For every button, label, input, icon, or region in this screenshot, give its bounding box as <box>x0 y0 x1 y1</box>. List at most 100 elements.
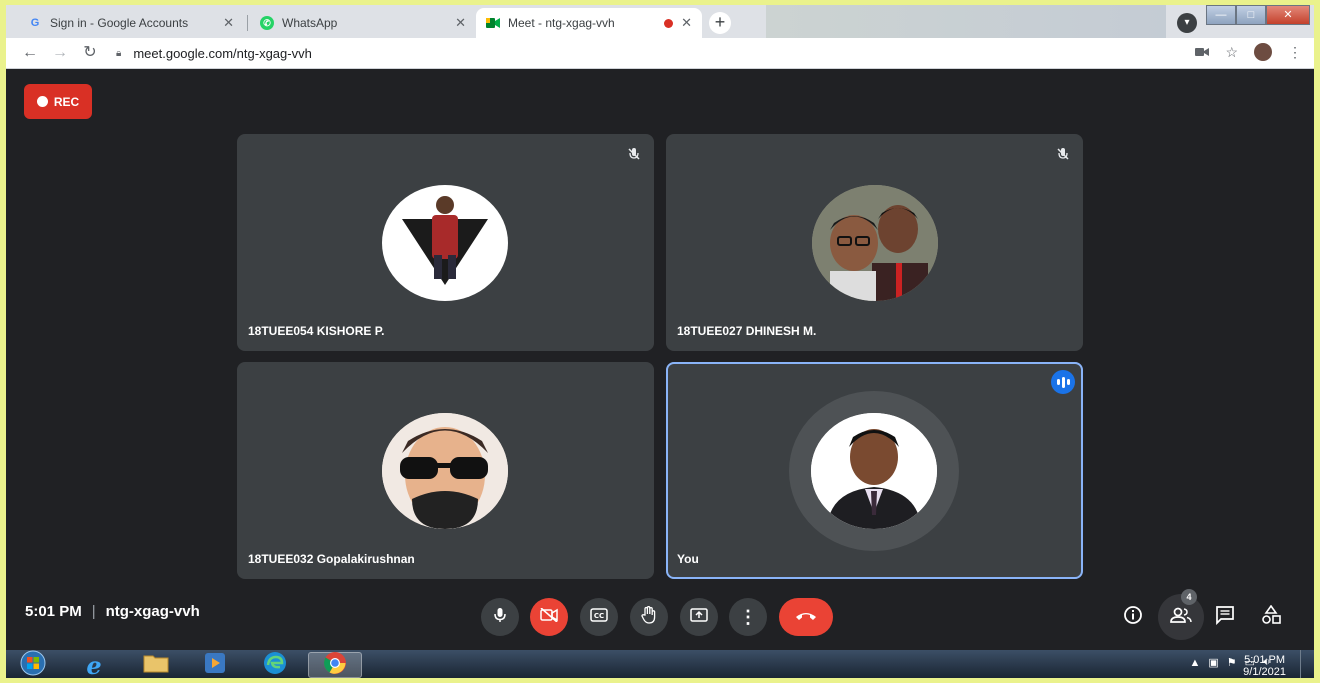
taskbar-edge[interactable] <box>254 651 296 679</box>
people-icon <box>1170 606 1192 629</box>
windows-taskbar: e ▲ ▣ ⚑ ▭ 🔉︎ 5:01 PM 9/1/2021 <box>6 650 1314 678</box>
browser-toolbar: ← → ↻ 🔒︎ meet.google.com/ntg-xgag-vvh ☆ … <box>6 38 1314 69</box>
hand-icon <box>641 605 657 629</box>
screen: G Sign in - Google Accounts ✕ ✆ WhatsApp… <box>6 5 1314 678</box>
clock-time: 5:01 PM <box>1244 654 1286 666</box>
microphone-button[interactable] <box>481 598 519 636</box>
tab-separator <box>247 15 248 31</box>
toolbar-actions: ☆ ⋮ <box>1195 43 1302 61</box>
kebab-menu-icon: ⋮ <box>739 606 757 627</box>
close-icon[interactable]: ✕ <box>455 15 466 31</box>
camera-in-use-icon[interactable] <box>1195 44 1210 60</box>
end-call-icon <box>795 608 817 626</box>
mic-off-icon <box>1053 144 1073 164</box>
reload-icon[interactable]: ↻ <box>80 43 100 63</box>
clock-date: 9/1/2021 <box>1243 666 1286 678</box>
activities-button[interactable] <box>1257 603 1285 631</box>
participant-avatar <box>382 413 508 529</box>
forward-arrow-icon[interactable]: → <box>50 43 70 63</box>
svg-text:CC: CC <box>594 612 604 620</box>
tab-google-accounts[interactable]: G Sign in - Google Accounts ✕ <box>18 8 244 38</box>
tab-title: Sign in - Google Accounts <box>50 16 189 30</box>
url-text: meet.google.com/ntg-xgag-vvh <box>133 45 312 61</box>
raise-hand-button[interactable] <box>630 598 668 636</box>
close-icon[interactable]: ✕ <box>223 15 234 31</box>
close-window-button[interactable]: ✕ <box>1266 5 1310 25</box>
taskbar-media-player[interactable] <box>194 652 236 678</box>
participant-tile[interactable]: 18TUEE054 KISHORE P. <box>237 134 654 351</box>
taskbar-chrome[interactable] <box>308 651 362 679</box>
whatsapp-icon: ✆ <box>260 16 274 30</box>
recording-badge: REC <box>24 84 92 119</box>
recording-dot-icon <box>664 18 674 28</box>
participant-name: 18TUEE032 Gopalakirushnan <box>248 552 415 566</box>
taskbar-file-explorer[interactable] <box>135 652 177 678</box>
self-tile[interactable]: You <box>666 362 1083 579</box>
mic-off-icon <box>624 144 644 164</box>
participant-tile[interactable]: 18TUEE032 Gopalakirushnan <box>237 362 654 579</box>
lock-icon: 🔒︎ <box>116 47 122 59</box>
back-arrow-icon[interactable]: ← <box>20 43 40 63</box>
participant-name: 18TUEE054 KISHORE P. <box>248 324 385 338</box>
more-options-button[interactable]: ⋮ <box>729 598 767 636</box>
taskbar-clock[interactable]: 5:01 PM 9/1/2021 <box>1243 654 1286 678</box>
meeting-details: 5:01 PM | ntg-xgag-vvh <box>25 603 200 620</box>
start-button[interactable] <box>12 650 54 679</box>
tab-title: WhatsApp <box>282 16 338 30</box>
window-controls: — □ ✕ <box>1206 5 1310 25</box>
camera-off-button[interactable] <box>530 598 568 636</box>
bookmark-star-icon[interactable]: ☆ <box>1225 44 1238 61</box>
kebab-menu-icon[interactable]: ⋮ <box>1288 44 1302 61</box>
user-avatar[interactable] <box>1254 43 1272 61</box>
leave-call-button[interactable] <box>779 598 833 636</box>
meeting-details-button[interactable] <box>1119 603 1147 631</box>
tab-whatsapp[interactable]: ✆ WhatsApp ✕ <box>250 8 476 38</box>
meet-icon <box>486 16 500 30</box>
participant-avatar <box>382 185 508 301</box>
profile-menu-icon[interactable]: ▾ <box>1177 13 1197 33</box>
show-hidden-icons-icon[interactable]: ▲ <box>1189 657 1200 669</box>
edge-icon <box>263 651 287 679</box>
minimize-button[interactable]: — <box>1206 5 1236 25</box>
captions-button[interactable]: CC <box>580 598 618 636</box>
tab-meet[interactable]: Meet - ntg-xgag-vvh ✕ <box>476 8 702 38</box>
participant-count-badge: 4 <box>1181 589 1197 605</box>
new-tab-button[interactable]: + <box>709 12 731 34</box>
maximize-button[interactable]: □ <box>1236 5 1266 25</box>
browser-tab-strip: G Sign in - Google Accounts ✕ ✆ WhatsApp… <box>6 5 1314 38</box>
chrome-icon <box>323 651 347 679</box>
meeting-code: ntg-xgag-vvh <box>105 603 200 620</box>
info-icon <box>1123 605 1143 630</box>
folder-icon <box>143 653 169 678</box>
participant-avatar <box>811 413 937 529</box>
microphone-icon <box>493 607 507 628</box>
close-icon[interactable]: ✕ <box>681 15 692 31</box>
chat-icon <box>1215 605 1235 630</box>
present-icon <box>690 607 708 627</box>
windows-start-orb-icon <box>20 650 46 679</box>
camera-off-icon <box>540 606 558 627</box>
blurred-desktop-background <box>766 5 1166 38</box>
present-screen-button[interactable] <box>680 598 718 636</box>
device-icon[interactable]: ▣ <box>1208 656 1218 669</box>
participant-tile[interactable]: 18TUEE027 DHINESH M. <box>666 134 1083 351</box>
people-button[interactable] <box>1167 603 1195 631</box>
shapes-icon <box>1261 604 1281 630</box>
meeting-time: 5:01 PM <box>25 603 82 620</box>
action-center-flag-icon[interactable]: ⚑ <box>1227 656 1237 669</box>
participant-avatar <box>812 185 938 301</box>
participant-name: You <box>677 552 699 566</box>
separator: | <box>91 603 96 620</box>
chat-button[interactable] <box>1211 603 1239 631</box>
media-player-icon <box>204 652 226 679</box>
taskbar-internet-explorer[interactable]: e <box>73 650 115 679</box>
address-bar[interactable]: 🔒︎ meet.google.com/ntg-xgag-vvh <box>116 43 312 63</box>
closed-captions-icon: CC <box>590 607 608 627</box>
speaking-indicator-icon <box>1051 370 1075 394</box>
participant-name: 18TUEE027 DHINESH M. <box>677 324 817 338</box>
internet-explorer-icon: e <box>86 650 102 679</box>
record-dot-icon <box>36 96 48 107</box>
tab-title: Meet - ntg-xgag-vvh <box>508 16 615 30</box>
show-desktop-button[interactable] <box>1300 650 1314 678</box>
google-g-icon: G <box>30 17 40 29</box>
